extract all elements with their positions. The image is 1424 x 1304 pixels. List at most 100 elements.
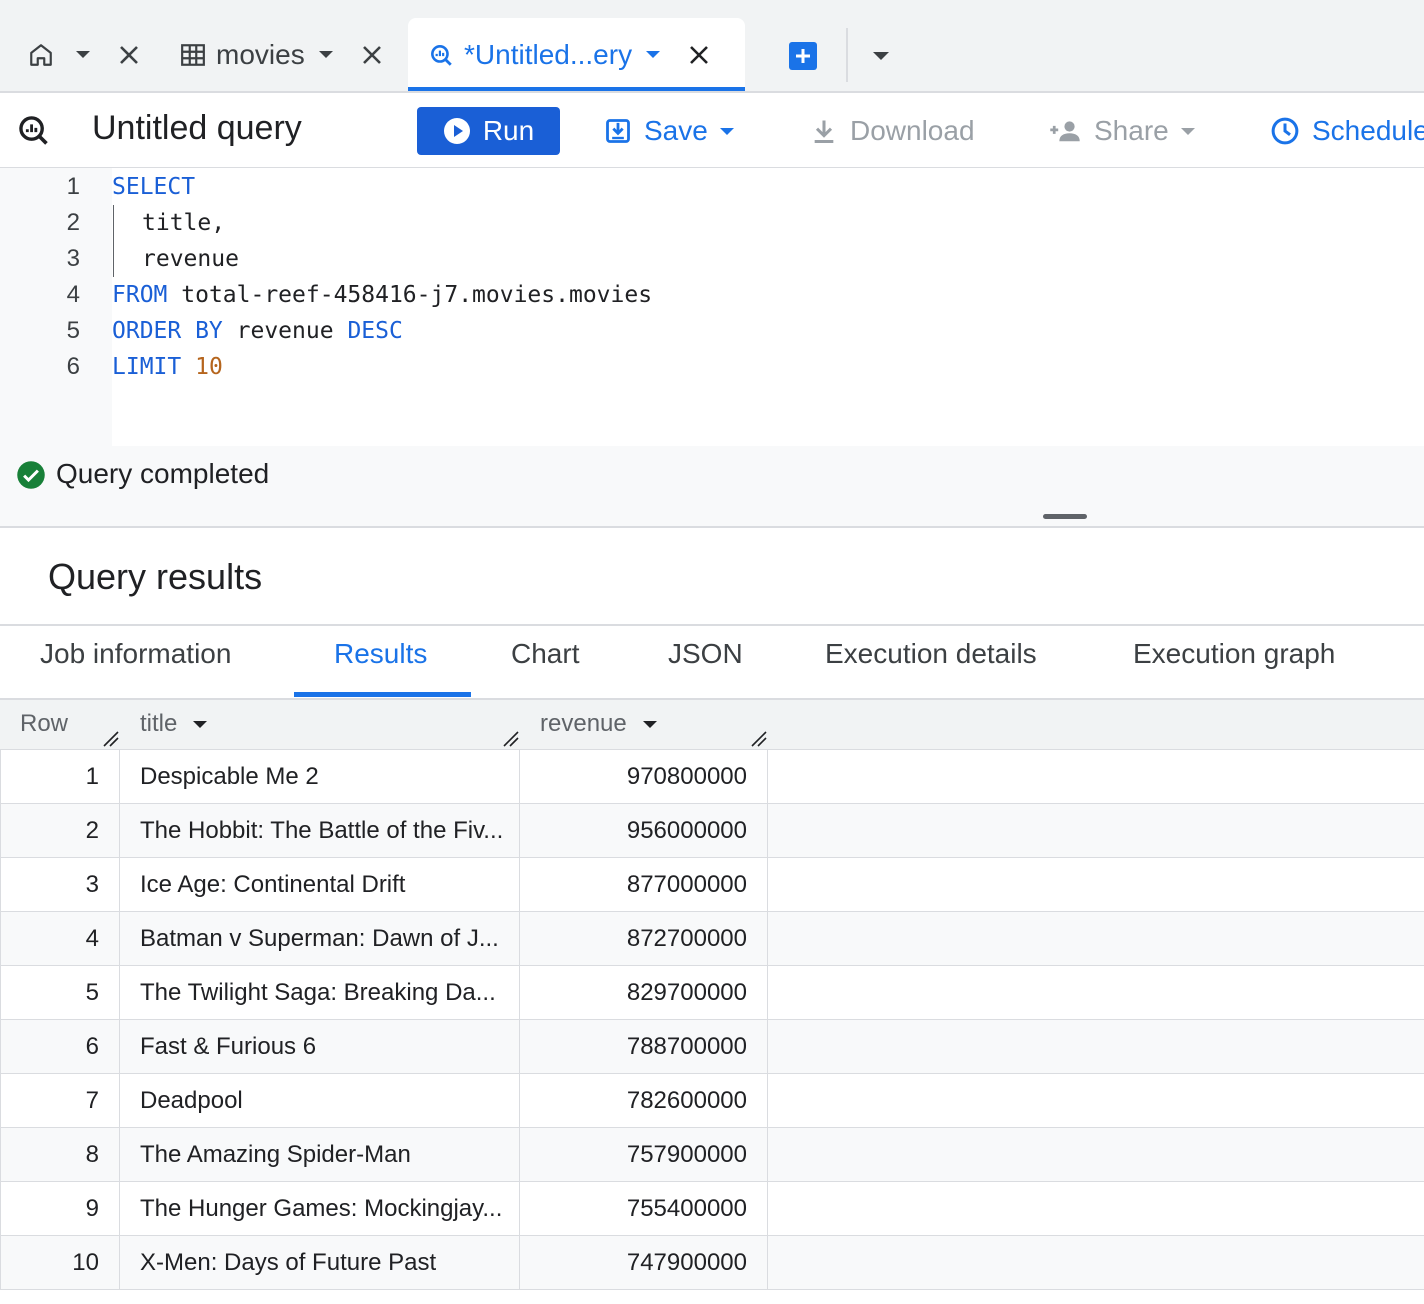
- tab-movies[interactable]: movies: [180, 18, 385, 91]
- column-header-title[interactable]: title: [140, 710, 208, 738]
- code-line-6: LIMIT 10: [112, 349, 223, 385]
- tab-label: movies: [216, 38, 305, 70]
- tab-chart[interactable]: Chart: [511, 638, 579, 696]
- identifier: revenue: [142, 246, 239, 272]
- line-number: 2: [66, 209, 80, 236]
- keyword: DESC: [347, 318, 403, 344]
- close-icon[interactable]: [116, 42, 142, 68]
- more-tabs-dropdown-icon[interactable]: [873, 52, 889, 60]
- tab-label: *Untitled...ery: [464, 38, 633, 70]
- revenue-cell[interactable]: 877000000: [520, 858, 768, 912]
- revenue-cell[interactable]: 757900000: [520, 1128, 768, 1182]
- identifier: title,: [142, 210, 226, 236]
- title-cell[interactable]: X-Men: Days of Future Past: [120, 1236, 520, 1290]
- revenue-cell[interactable]: 747900000: [520, 1236, 768, 1290]
- chevron-down-icon: [719, 127, 734, 135]
- revenue-cell[interactable]: 956000000: [520, 804, 768, 858]
- table-row[interactable]: 2 The Hobbit: The Battle of the Fiv... 9…: [0, 804, 1424, 858]
- revenue-cell[interactable]: 872700000: [520, 912, 768, 966]
- query-status-bar: Query completed: [0, 446, 1424, 528]
- title-cell[interactable]: The Amazing Spider-Man: [120, 1128, 520, 1182]
- download-button[interactable]: Download: [810, 107, 975, 155]
- download-icon: [814, 120, 834, 144]
- sort-dropdown-icon[interactable]: [642, 720, 657, 728]
- check-circle-icon: [16, 460, 46, 495]
- revenue-cell[interactable]: 829700000: [520, 966, 768, 1020]
- title-cell[interactable]: The Hobbit: The Battle of the Fiv...: [120, 804, 520, 858]
- table-row[interactable]: 3 Ice Age: Continental Drift 877000000: [0, 858, 1424, 912]
- tab-job-information[interactable]: Job information: [40, 638, 231, 696]
- clock-icon: [1271, 117, 1299, 145]
- column-header-row[interactable]: Row: [20, 710, 68, 738]
- save-label: Save: [644, 115, 708, 146]
- column-resize-icon[interactable]: [502, 730, 520, 748]
- title-cell[interactable]: Despicable Me 2: [120, 750, 520, 804]
- save-button[interactable]: Save: [604, 107, 734, 155]
- home-icon: [28, 42, 54, 68]
- sort-dropdown-icon[interactable]: [193, 720, 208, 728]
- indent-guide: [113, 205, 114, 277]
- code-area[interactable]: SELECT title, revenue FROM total-reef-45…: [112, 168, 1424, 446]
- chevron-down-icon[interactable]: [318, 51, 333, 58]
- column-resize-icon[interactable]: [750, 730, 768, 748]
- row-number-cell: 2: [0, 804, 120, 858]
- close-icon[interactable]: [359, 42, 385, 68]
- revenue-cell[interactable]: 782600000: [520, 1074, 768, 1128]
- table-row[interactable]: 7 Deadpool 782600000: [0, 1074, 1424, 1128]
- tab-execution-details[interactable]: Execution details: [825, 638, 1037, 696]
- title-cell[interactable]: Batman v Superman: Dawn of J...: [120, 912, 520, 966]
- sql-editor[interactable]: 1 2 3 4 5 6 SELECT title, revenue FROM t…: [0, 168, 1424, 446]
- table-row[interactable]: 1 Despicable Me 2 970800000: [0, 750, 1424, 804]
- tab-results[interactable]: Results: [334, 638, 427, 696]
- line-number: 4: [66, 281, 80, 308]
- revenue-cell[interactable]: 788700000: [520, 1020, 768, 1074]
- row-number-cell: 6: [0, 1020, 120, 1074]
- status-text: Query completed: [56, 458, 270, 489]
- share-label: Share: [1094, 115, 1169, 146]
- tab-untitled-query[interactable]: *Untitled...ery: [408, 18, 745, 91]
- plus-icon: [796, 49, 810, 63]
- active-tab-indicator: [294, 692, 471, 697]
- tab-home[interactable]: [28, 18, 142, 91]
- tab-json[interactable]: JSON: [668, 638, 743, 696]
- query-icon: [428, 42, 454, 68]
- play-icon: [443, 118, 470, 144]
- resize-handle[interactable]: [1043, 514, 1087, 519]
- chevron-down-icon[interactable]: [76, 51, 90, 58]
- table-row[interactable]: 9 The Hunger Games: Mockingjay... 755400…: [0, 1182, 1424, 1236]
- tab-execution-graph[interactable]: Execution graph: [1133, 638, 1335, 696]
- add-person-icon: [1050, 121, 1080, 142]
- line-number: 3: [66, 245, 80, 272]
- schedule-button[interactable]: Schedule: [1270, 107, 1424, 155]
- line-number: 5: [66, 317, 80, 344]
- revenue-cell[interactable]: 755400000: [520, 1182, 768, 1236]
- results-title: Query results: [48, 556, 263, 597]
- run-button[interactable]: Run: [417, 107, 560, 155]
- table-row[interactable]: 4 Batman v Superman: Dawn of J... 872700…: [0, 912, 1424, 966]
- column-resize-icon[interactable]: [102, 730, 120, 748]
- row-number-cell: 4: [0, 912, 120, 966]
- query-icon: [16, 113, 50, 152]
- title-cell[interactable]: The Hunger Games: Mockingjay...: [120, 1182, 520, 1236]
- close-icon[interactable]: [686, 42, 712, 68]
- line-number: 6: [66, 353, 80, 380]
- title-cell[interactable]: Ice Age: Continental Drift: [120, 858, 520, 912]
- active-tab-indicator: [408, 87, 745, 91]
- new-tab-button[interactable]: [789, 42, 817, 70]
- keyword: LIMIT: [112, 354, 182, 380]
- keyword: ORDER BY: [112, 318, 223, 344]
- chevron-down-icon[interactable]: [646, 51, 661, 58]
- table-row[interactable]: 8 The Amazing Spider-Man 757900000: [0, 1128, 1424, 1182]
- table-row[interactable]: 5 The Twilight Saga: Breaking Da... 8297…: [0, 966, 1424, 1020]
- share-button[interactable]: Share: [1048, 107, 1195, 155]
- column-label: revenue: [540, 710, 627, 737]
- revenue-cell[interactable]: 970800000: [520, 750, 768, 804]
- column-header-revenue[interactable]: revenue: [540, 710, 657, 738]
- code-line-5: ORDER BY revenue DESC: [112, 313, 403, 349]
- title-cell[interactable]: Fast & Furious 6: [120, 1020, 520, 1074]
- title-cell[interactable]: The Twilight Saga: Breaking Da...: [120, 966, 520, 1020]
- table-row[interactable]: 10 X-Men: Days of Future Past 747900000: [0, 1236, 1424, 1290]
- title-cell[interactable]: Deadpool: [120, 1074, 520, 1128]
- column-label: title: [140, 710, 178, 737]
- table-row[interactable]: 6 Fast & Furious 6 788700000: [0, 1020, 1424, 1074]
